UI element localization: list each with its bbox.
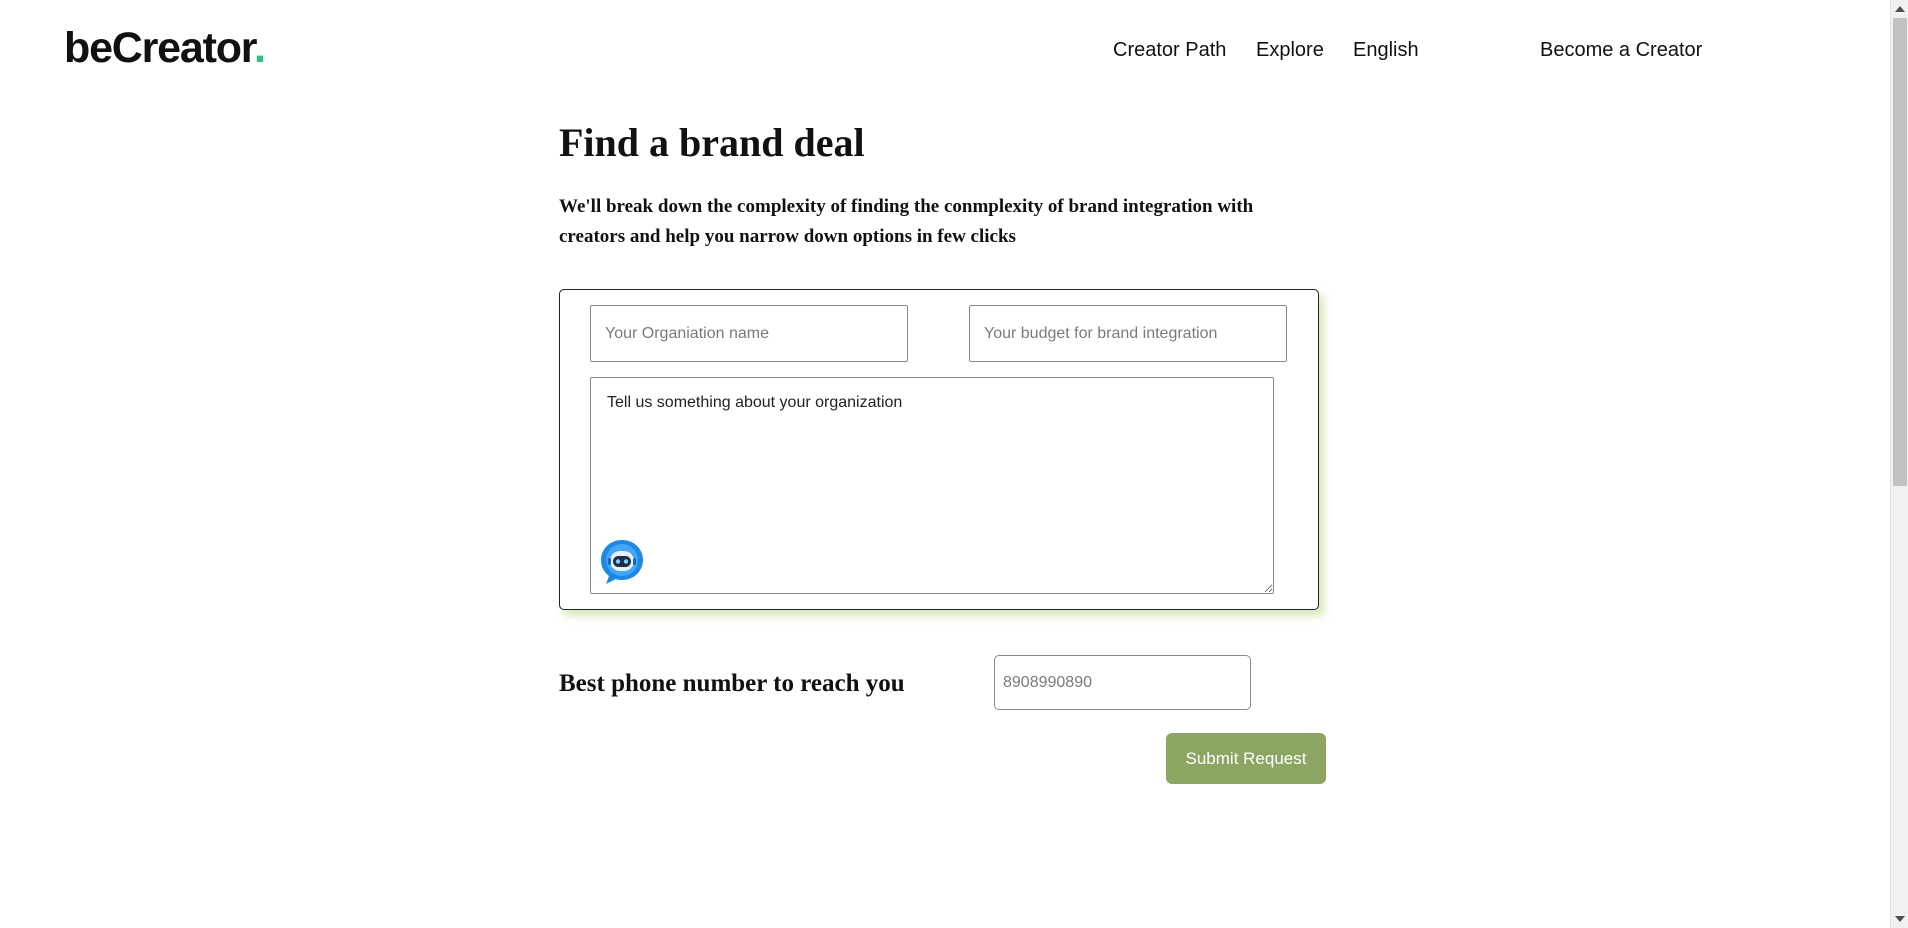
phone-input[interactable] [994,655,1251,710]
scroll-up-arrow-icon[interactable] [1895,6,1905,12]
submit-request-button[interactable]: Submit Request [1166,733,1326,784]
page-subtitle: We'll break down the complexity of findi… [559,196,1254,247]
organization-name-input[interactable] [590,305,908,362]
page-title: Find a brand deal [559,120,865,165]
phone-label: Best phone number to reach you [559,670,905,697]
nav-language-selector[interactable]: English [1353,36,1419,64]
nav-become-creator[interactable]: Become a Creator [1540,36,1702,64]
budget-input[interactable] [969,305,1287,362]
page-scrollbar[interactable] [1890,0,1908,928]
nav-creator-path[interactable]: Creator Path [1113,36,1226,64]
scrollbar-thumb[interactable] [1893,18,1907,486]
organization-description-textarea[interactable] [590,377,1274,594]
nav-explore[interactable]: Explore [1256,36,1324,64]
chatbot-icon[interactable] [598,538,646,586]
scroll-down-arrow-icon[interactable] [1895,916,1905,922]
top-nav: Creator Path Explore English Become a Cr… [0,36,1908,64]
brand-deal-form-card [559,289,1319,610]
